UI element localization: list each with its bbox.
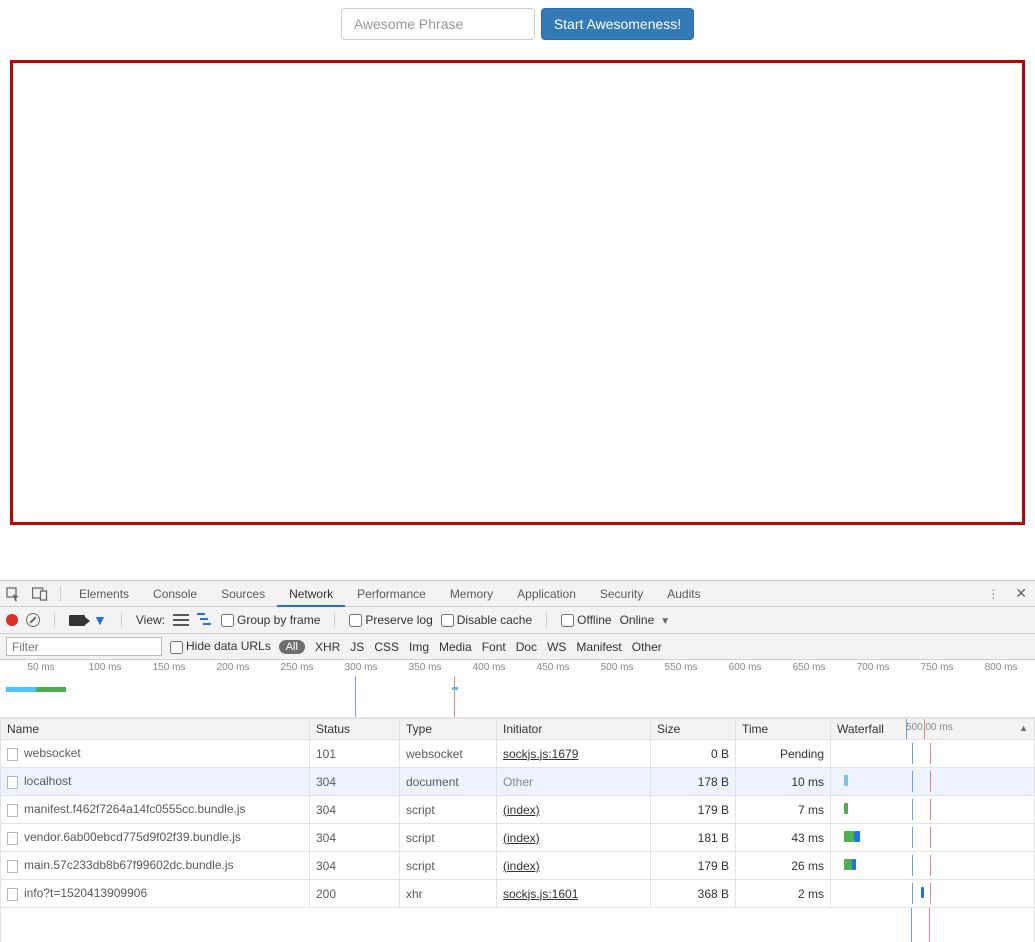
- view-waterfall-icon[interactable]: [197, 613, 213, 628]
- table-row[interactable]: manifest.f462f7264a14fc0555cc.bundle.js3…: [1, 796, 1035, 824]
- view-list-icon[interactable]: [173, 614, 189, 626]
- timeline-tick: 350 ms: [409, 662, 442, 673]
- col-waterfall[interactable]: Waterfall 500.00 ms ▲: [831, 719, 1035, 740]
- initiator-link[interactable]: (index): [503, 859, 540, 873]
- waterfall-bar: [844, 831, 854, 842]
- filter-type-manifest[interactable]: Manifest: [576, 640, 621, 654]
- tab-network[interactable]: Network: [277, 581, 345, 607]
- hide-data-urls-checkbox[interactable]: Hide data URLs: [170, 639, 271, 653]
- table-row[interactable]: localhost304documentOther178 B10 ms: [1, 768, 1035, 796]
- tab-security[interactable]: Security: [588, 581, 655, 607]
- initiator-link[interactable]: (index): [503, 803, 540, 817]
- devtools-panel: ElementsConsoleSourcesNetworkPerformance…: [0, 580, 1035, 942]
- col-name[interactable]: Name: [1, 719, 310, 740]
- devtools-tabbar: ElementsConsoleSourcesNetworkPerformance…: [0, 581, 1035, 607]
- timeline-tick: 450 ms: [537, 662, 570, 673]
- tab-memory[interactable]: Memory: [438, 581, 505, 607]
- timeline-tick: 650 ms: [793, 662, 826, 673]
- waterfall-bar: [921, 887, 924, 898]
- filter-type-media[interactable]: Media: [439, 640, 472, 654]
- offline-checkbox[interactable]: Offline: [561, 613, 611, 627]
- filter-type-xhr[interactable]: XHR: [315, 640, 340, 654]
- filter-type-font[interactable]: Font: [482, 640, 506, 654]
- timeline-tick: 550 ms: [665, 662, 698, 673]
- table-row[interactable]: websocket101websocketsockjs.js:16790 BPe…: [1, 740, 1035, 768]
- disable-cache-checkbox[interactable]: Disable cache: [441, 613, 532, 627]
- tab-sources[interactable]: Sources: [209, 581, 277, 607]
- col-type[interactable]: Type: [400, 719, 497, 740]
- initiator-link[interactable]: (index): [503, 831, 540, 845]
- timeline-tick: 150 ms: [153, 662, 186, 673]
- file-icon: [7, 804, 18, 817]
- timeline-tick: 800 ms: [985, 662, 1018, 673]
- throttle-select[interactable]: Online▼: [620, 613, 671, 627]
- file-icon: [7, 860, 18, 873]
- more-icon[interactable]: ⋮: [979, 587, 1007, 601]
- tab-console[interactable]: Console: [141, 581, 209, 607]
- tab-audits[interactable]: Audits: [655, 581, 712, 607]
- table-row[interactable]: main.57c233db8b67f99602dc.bundle.js304sc…: [1, 852, 1035, 880]
- timeline-tick: 100 ms: [89, 662, 122, 673]
- col-status[interactable]: Status: [310, 719, 400, 740]
- initiator-link[interactable]: sockjs.js:1601: [503, 887, 578, 901]
- tab-elements[interactable]: Elements: [67, 581, 141, 607]
- timeline-tick: 250 ms: [281, 662, 314, 673]
- col-initiator[interactable]: Initiator: [497, 719, 651, 740]
- filter-type-ws[interactable]: WS: [547, 640, 566, 654]
- app-form: Start Awesomeness!: [0, 0, 1035, 46]
- sort-asc-icon: ▲: [1019, 723, 1028, 733]
- network-table: Name Status Type Initiator Size Time Wat…: [0, 718, 1035, 908]
- network-filterbar: Hide data URLs All XHR JS CSS Img Media Font Do…: [0, 634, 1035, 660]
- close-icon[interactable]: ✕: [1007, 585, 1035, 602]
- preserve-log-checkbox[interactable]: Preserve log: [349, 613, 432, 627]
- col-size[interactable]: Size: [651, 719, 736, 740]
- waterfall-bar: [844, 803, 848, 814]
- filter-type-img[interactable]: Img: [409, 640, 429, 654]
- table-row[interactable]: vendor.6ab00ebcd775d9f02f39.bundle.js304…: [1, 824, 1035, 852]
- group-by-frame-checkbox[interactable]: Group by frame: [221, 613, 320, 627]
- network-timeline[interactable]: 50 ms 100 ms 150 ms 200 ms 250 ms 300 ms 350 m…: [0, 660, 1035, 718]
- screenshot-icon[interactable]: [69, 615, 85, 626]
- timeline-tick: 600 ms: [729, 662, 762, 673]
- timeline-tick: 700 ms: [857, 662, 890, 673]
- phrase-input[interactable]: [341, 8, 535, 40]
- timeline-tick: 400 ms: [473, 662, 506, 673]
- timeline-tick: 200 ms: [217, 662, 250, 673]
- timeline-tick: 750 ms: [921, 662, 954, 673]
- inspect-element-icon[interactable]: [0, 587, 26, 601]
- clear-icon[interactable]: [26, 613, 40, 627]
- initiator-link[interactable]: sockjs.js:1679: [503, 747, 578, 761]
- timeline-tick: 300 ms: [345, 662, 378, 673]
- filter-input[interactable]: [6, 637, 162, 656]
- view-label: View:: [136, 613, 165, 627]
- filter-type-js[interactable]: JS: [350, 640, 364, 654]
- output-canvas: [10, 60, 1025, 525]
- filter-type-other[interactable]: Other: [632, 640, 662, 654]
- filter-type-css[interactable]: CSS: [374, 640, 399, 654]
- toggle-device-icon[interactable]: [26, 587, 54, 601]
- file-icon: [7, 832, 18, 845]
- table-header-row: Name Status Type Initiator Size Time Wat…: [1, 719, 1035, 740]
- filter-type-doc[interactable]: Doc: [516, 640, 537, 654]
- file-icon: [7, 748, 18, 761]
- tab-application[interactable]: Application: [505, 581, 588, 607]
- waterfall-bar: [852, 859, 856, 870]
- timeline-tick: 500 ms: [601, 662, 634, 673]
- filter-toggle-icon[interactable]: ▼: [93, 612, 107, 628]
- col-time[interactable]: Time: [736, 719, 831, 740]
- table-row[interactable]: info?t=1520413909906200xhrsockjs.js:1601…: [1, 880, 1035, 908]
- network-toolbar: ▼ View: Group by frame Preserve log Disa…: [0, 607, 1035, 634]
- waterfall-bar: [844, 775, 848, 786]
- start-button[interactable]: Start Awesomeness!: [541, 8, 694, 40]
- initiator-text: Other: [503, 775, 533, 789]
- file-icon: [7, 888, 18, 901]
- filter-type-all[interactable]: All: [279, 640, 305, 654]
- record-button-icon[interactable]: [6, 614, 18, 626]
- timeline-tick: 50 ms: [27, 662, 54, 673]
- file-icon: [7, 776, 18, 789]
- waterfall-bar: [844, 859, 852, 870]
- waterfall-bar: [854, 831, 860, 842]
- tab-performance[interactable]: Performance: [345, 581, 438, 607]
